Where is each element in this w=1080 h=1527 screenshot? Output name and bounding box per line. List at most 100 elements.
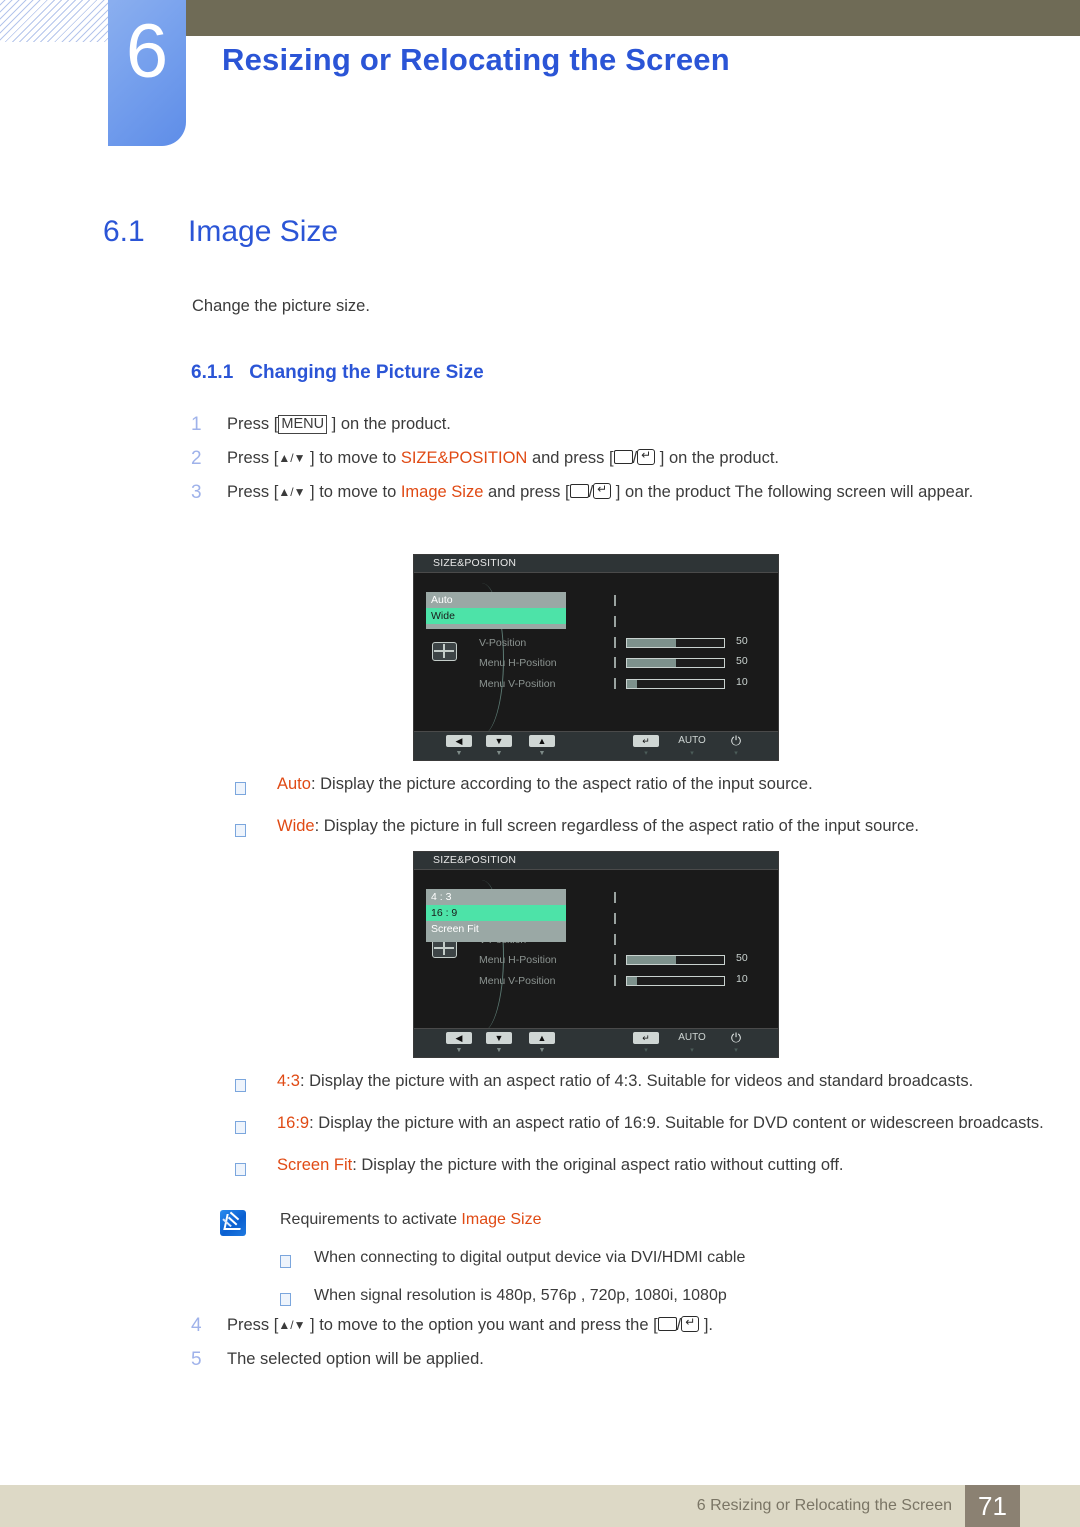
osd-auto-button[interactable]: AUTO ▾ bbox=[674, 1032, 710, 1055]
footer-page-number: 71 bbox=[965, 1485, 1020, 1527]
osd-left-button[interactable]: ◀ ▼ bbox=[441, 1032, 477, 1055]
osd-row-tick bbox=[614, 636, 616, 648]
osd-row-tick bbox=[614, 595, 616, 606]
note-item: When connecting to digital output device… bbox=[280, 1246, 1020, 1276]
osd-enter-button[interactable]: ↵ ▾ bbox=[628, 1032, 664, 1055]
osd-dropdown-option[interactable]: Auto bbox=[426, 592, 566, 608]
bullet-item: Auto: Display the picture according to t… bbox=[235, 772, 1065, 803]
note-items: When connecting to digital output device… bbox=[280, 1246, 1020, 1314]
step-text: Press [ bbox=[227, 483, 279, 501]
bullet-marker-icon bbox=[280, 1284, 314, 1314]
bullet-keyword: 4:3 bbox=[277, 1072, 300, 1090]
osd-down-button[interactable]: ▼ ▼ bbox=[481, 735, 517, 758]
osd-slider-fill bbox=[627, 659, 676, 668]
step-text: Press [ bbox=[227, 415, 279, 433]
osd-button-sub-arrow-icon: ▾ bbox=[644, 750, 648, 757]
section-number: 6.1 bbox=[103, 215, 145, 248]
osd-button-sub-arrow-icon: ▼ bbox=[495, 1047, 503, 1054]
osd-down-button-icon: ▼ bbox=[486, 735, 512, 747]
osd-dropdown-option[interactable]: 16 : 9 bbox=[426, 905, 566, 921]
osd-left-button[interactable]: ◀ ▼ bbox=[441, 735, 477, 758]
osd-value-row bbox=[614, 888, 774, 909]
osd-up-button[interactable]: ▲ ▼ bbox=[524, 1032, 560, 1055]
osd-up-button[interactable]: ▲ ▼ bbox=[524, 735, 560, 758]
osd-dropdown[interactable]: Auto Wide bbox=[426, 592, 566, 629]
step-item: 1 Press [MENU ] on the product. bbox=[191, 412, 1021, 437]
osd-power-button[interactable]: ⏻ ▾ bbox=[718, 733, 754, 758]
osd-up-button-icon: ▲ bbox=[529, 735, 555, 747]
chapter-badge: 6 bbox=[108, 0, 186, 146]
step-number: 1 bbox=[191, 414, 202, 435]
osd-slider-track[interactable] bbox=[626, 679, 725, 690]
osd-slider-track[interactable] bbox=[626, 955, 725, 966]
bullet-marker-icon bbox=[235, 814, 277, 845]
osd-auto-button[interactable]: AUTO ▾ bbox=[674, 735, 710, 758]
step-body: Press [▲/▼ ] to move to the option you w… bbox=[227, 1313, 1021, 1338]
osd-row-tick bbox=[614, 892, 616, 903]
page-header: 6 Resizing or Relocating the Screen bbox=[0, 0, 1080, 160]
osd-dropdown-option[interactable]: Wide bbox=[426, 608, 566, 624]
osd-button-sub-arrow-icon: ▼ bbox=[455, 750, 463, 757]
step-number: 3 bbox=[191, 482, 202, 503]
osd-menu-item[interactable]: Menu H-Position bbox=[479, 653, 609, 674]
osd-dropdown-option[interactable]: Screen Fit bbox=[426, 921, 566, 937]
note-item: When signal resolution is 480p, 576p , 7… bbox=[280, 1284, 1020, 1314]
subsection-heading: 6.1.1 Changing the Picture Size bbox=[191, 362, 484, 384]
bullet-text: : Display the picture with the original … bbox=[352, 1156, 844, 1174]
osd-slider-track[interactable] bbox=[626, 658, 725, 669]
osd-slider-fill bbox=[627, 977, 637, 986]
osd-menu-item[interactable]: V-Position bbox=[479, 633, 609, 654]
osd-value-row bbox=[614, 930, 774, 951]
section-intro-text: Change the picture size. bbox=[192, 297, 370, 315]
osd-down-button-icon: ▼ bbox=[486, 1032, 512, 1044]
step-text: The selected option will be applied. bbox=[227, 1350, 484, 1368]
osd-slider-value: 50 bbox=[736, 634, 748, 647]
step-text: ] to move to the option you want and pre… bbox=[305, 1316, 658, 1334]
osd-power-button[interactable]: ⏻ ▾ bbox=[718, 1031, 754, 1055]
note-block: Requirements to activate Image Size When… bbox=[220, 1208, 1020, 1322]
step-item: 5 The selected option will be applied. bbox=[191, 1347, 1021, 1372]
osd-value-row: 50 bbox=[614, 633, 774, 654]
osd-value-row: 10 bbox=[614, 674, 774, 695]
bullet-marker-icon bbox=[235, 1153, 277, 1184]
osd-menu-item[interactable]: Menu V-Position bbox=[479, 674, 609, 695]
osd-slider-value: 50 bbox=[736, 952, 748, 965]
osd-screenshot-1: SIZE&POSITIONImage SizeH-PositionV-Posit… bbox=[413, 554, 779, 761]
osd-value-row: 50 bbox=[614, 653, 774, 674]
chapter-title: Resizing or Relocating the Screen bbox=[222, 42, 730, 77]
enter-icon bbox=[681, 1316, 700, 1332]
osd-button-bar: ◀ ▼ ▼ ▼ ▲ ▼ ↵ ▾ AUTO ▾ ⏻ ▾ bbox=[414, 1028, 778, 1057]
osd-dropdown[interactable]: 4 : 3 16 : 9 Screen Fit bbox=[426, 889, 566, 942]
osd-enter-button[interactable]: ↵ ▾ bbox=[628, 735, 664, 758]
osd-button-sub-arrow-icon: ▾ bbox=[644, 1047, 648, 1054]
osd-button-bar: ◀ ▼ ▼ ▼ ▲ ▼ ↵ ▾ AUTO ▾ ⏻ ▾ bbox=[414, 731, 778, 760]
bullet-square bbox=[280, 1255, 291, 1268]
note-lead-text: Requirements to activate Image Size bbox=[280, 1208, 541, 1232]
menu-key-label: MENU bbox=[278, 415, 328, 434]
bullet-list-top: Auto: Display the picture according to t… bbox=[235, 772, 1065, 856]
osd-button-sub-arrow-icon: ▼ bbox=[538, 1047, 546, 1054]
step-text: [ bbox=[609, 449, 614, 467]
bullet-item: Screen Fit: Display the picture with the… bbox=[235, 1153, 1065, 1184]
osd-menu-item[interactable]: Menu V-Position bbox=[479, 971, 609, 992]
osd-row-tick bbox=[614, 678, 616, 690]
bullet-square bbox=[235, 824, 246, 837]
osd-value-column: 50 10 bbox=[614, 888, 774, 992]
osd-value-row: 10 bbox=[614, 971, 774, 992]
osd-row-tick bbox=[614, 657, 616, 669]
osd-button-sub-arrow-icon: ▾ bbox=[734, 750, 738, 757]
step-text: ] on the product The following screen wi… bbox=[611, 483, 974, 501]
osd-down-button[interactable]: ▼ ▼ bbox=[481, 1032, 517, 1055]
osd-left-button-icon: ◀ bbox=[446, 1032, 472, 1044]
osd-dropdown-option[interactable]: 4 : 3 bbox=[426, 889, 566, 905]
source-icon bbox=[569, 480, 589, 498]
bullet-text: : Display the picture with an aspect rat… bbox=[299, 1072, 974, 1090]
osd-slider-track[interactable] bbox=[626, 976, 725, 987]
osd-menu-item[interactable]: Menu H-Position bbox=[479, 950, 609, 971]
osd-power-button-icon: ⏻ bbox=[730, 733, 742, 748]
source-icon bbox=[657, 1313, 677, 1331]
step-text: ]. bbox=[699, 1316, 714, 1334]
osd-slider-track[interactable] bbox=[626, 637, 725, 648]
osd-dropdown-padding bbox=[426, 624, 566, 629]
step-body: The selected option will be applied. bbox=[227, 1347, 1021, 1372]
